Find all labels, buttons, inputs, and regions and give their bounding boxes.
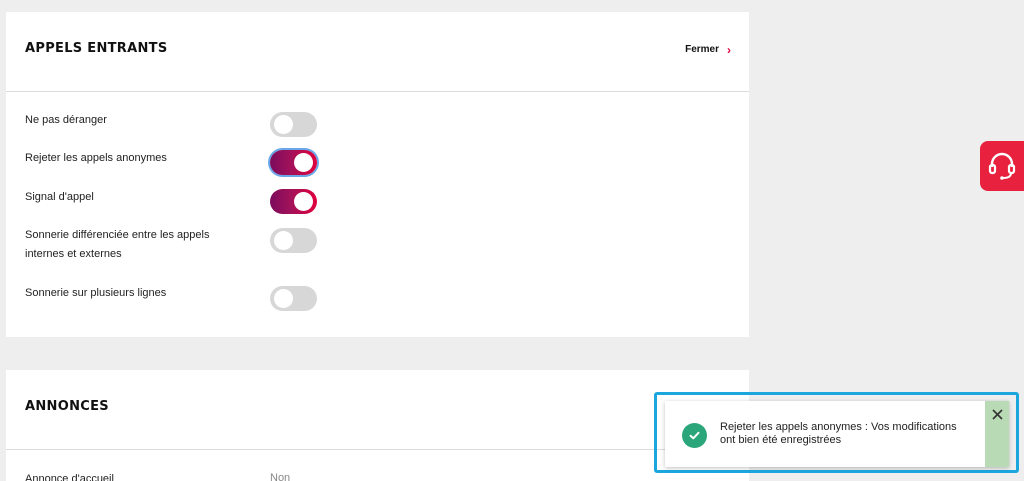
toggle-knob [294,192,313,211]
support-button[interactable] [980,141,1024,191]
welcome-announcement-label: Annonce d'accueil [25,473,114,481]
close-label: Fermer [685,44,719,55]
toast-notification: Rejeter les appels anonymes : Vos modifi… [665,401,1009,467]
toast-message: Rejeter les appels anonymes : Vos modifi… [720,421,957,446]
setting-label-multi-line-ringing: Sonnerie sur plusieurs lignes [25,287,167,299]
announcements-card: ANNONCES Annonce d'accueil Non [6,370,749,481]
toggle-call-waiting[interactable] [270,189,317,214]
toggle-knob [274,231,293,250]
check-circle-icon [682,423,707,448]
section-title: ANNONCES [25,399,109,414]
setting-label-call-waiting: Signal d'appel [25,191,94,203]
announcements-header: ANNONCES [6,370,749,450]
setting-label-reject-anonymous: Rejeter les appels anonymes [25,152,167,164]
close-icon [991,409,1003,420]
close-button[interactable]: Fermer › [685,42,731,57]
toast-close-button[interactable] [985,401,1009,467]
chevron-right-icon: › [727,42,731,57]
toggle-multi-line-ringing[interactable] [270,286,317,311]
toggle-knob [274,289,293,308]
headset-icon [988,152,1016,180]
setting-label-do-not-disturb: Ne pas déranger [25,114,107,126]
toggle-do-not-disturb[interactable] [270,112,317,137]
toggle-knob [294,153,313,172]
setting-label-distinct-ringing: Sonnerie différenciée entre les appels i… [25,229,210,260]
toggle-distinct-ringing[interactable] [270,228,317,253]
toggle-knob [274,115,293,134]
toggle-reject-anonymous[interactable] [270,150,317,175]
welcome-announcement-value: Non [270,472,291,481]
incoming-calls-card: APPELS ENTRANTS Fermer › Ne pas déranger… [6,12,749,337]
section-title: APPELS ENTRANTS [25,41,168,56]
incoming-calls-header: APPELS ENTRANTS Fermer › [6,12,749,92]
